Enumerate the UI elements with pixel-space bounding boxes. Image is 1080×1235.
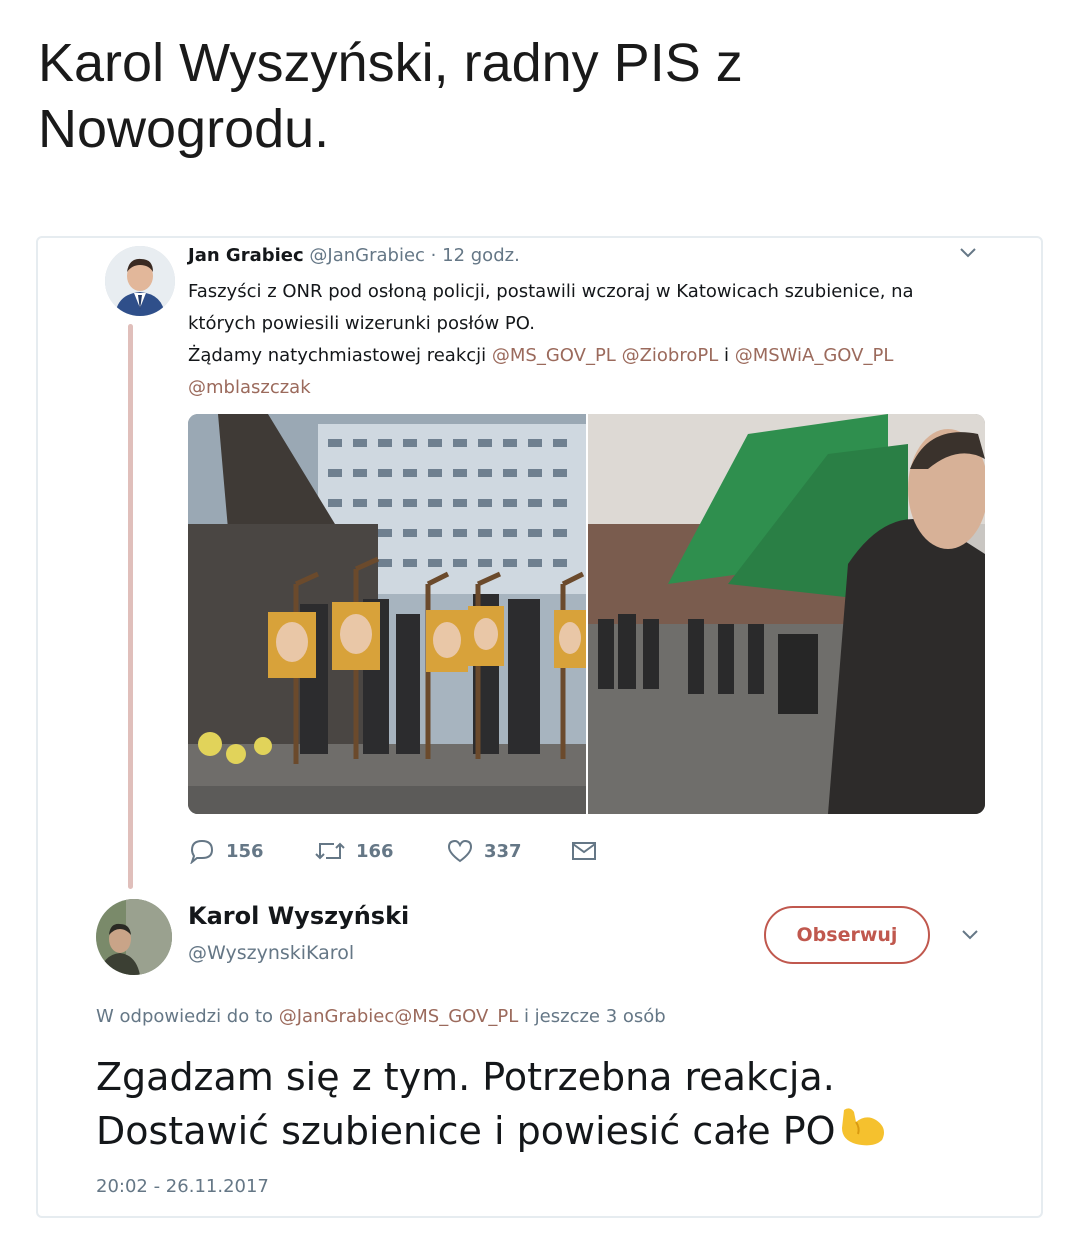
media-photos (188, 414, 985, 814)
retweet-action[interactable]: 166 (314, 838, 394, 864)
reply-author-name[interactable]: Karol Wyszyński (188, 902, 409, 930)
dm-action[interactable] (570, 838, 598, 864)
reply-count: 156 (226, 840, 264, 862)
post-title: Karol Wyszyński, radny PIS z Nowogrodu. (38, 33, 743, 159)
parent-author-handle[interactable]: @JanGrabiec (309, 245, 425, 266)
in-reply-suffix[interactable]: i jeszcze 3 osób (518, 1006, 666, 1027)
parent-text-line4: @mblaszczak (188, 372, 1008, 404)
parent-tweet-text: Faszyści z ONR pod osłoną policji, posta… (188, 276, 1008, 404)
parent-text-line1: Faszyści z ONR pod osłoną policji, posta… (188, 281, 914, 302)
tweet-card: Jan Grabiec @JanGrabiec · 12 godz. Faszy… (36, 236, 1043, 1218)
header-separator: · (430, 245, 437, 266)
mention-ms-gov-pl[interactable]: @MS_GOV_PL (492, 345, 616, 366)
in-reply-mentions[interactable]: @JanGrabiec@MS_GOV_PL (279, 1006, 518, 1027)
like-count: 337 (484, 840, 522, 862)
mention-mblaszczak[interactable]: @mblaszczak (188, 377, 311, 398)
reply-text-line2: Dostawić szubienice i powiesić całe PO (96, 1109, 836, 1153)
reply-text-line1: Zgadzam się z tym. Potrzebna reakcja. (96, 1055, 835, 1099)
parent-tweet-header: Jan Grabiec @JanGrabiec · 12 godz. (188, 244, 520, 268)
chevron-down-icon[interactable] (958, 244, 978, 265)
retweet-icon (315, 842, 345, 860)
envelope-icon (572, 842, 596, 860)
reply-icon (190, 839, 214, 864)
follow-button[interactable]: Obserwuj (764, 906, 930, 964)
reply-author-handle[interactable]: @WyszynskiKarol (188, 942, 354, 964)
heart-icon (447, 839, 473, 863)
like-action[interactable]: 337 (446, 838, 522, 864)
avatar-image (105, 246, 175, 316)
in-reply-to: W odpowiedzi do to @JanGrabiec@MS_GOV_PL… (96, 1006, 666, 1027)
in-reply-prefix: W odpowiedzi do to (96, 1006, 279, 1027)
mention-mswia-gov-pl[interactable]: @MSWiA_GOV_PL (735, 345, 894, 366)
retweet-count: 166 (356, 840, 394, 862)
avatar-image (96, 899, 172, 975)
parent-text-line3-prefix: Żądamy natychmiastowej reakcji (188, 345, 492, 366)
parent-text-line3: Żądamy natychmiastowej reakcji @MS_GOV_P… (188, 340, 1008, 372)
chevron-down-icon[interactable] (960, 926, 980, 947)
reply-tweet-text: Zgadzam się z tym. Potrzebna reakcja. Do… (96, 1050, 996, 1162)
conjunction-i: i (718, 345, 735, 366)
avatar-karol-wyszynski[interactable] (96, 899, 172, 975)
parent-tweet-time[interactable]: 12 godz. (442, 245, 520, 266)
avatar-jan-grabiec[interactable] (105, 246, 175, 316)
tweet-actions: 156 166 337 (188, 838, 688, 868)
thread-line (128, 324, 133, 889)
parent-text-line2: których powiesili wizerunki posłów PO. (188, 313, 535, 334)
tweet-media[interactable] (188, 414, 985, 814)
reply-timestamp[interactable]: 20:02 - 26.11.2017 (96, 1176, 269, 1197)
reply-text-line2-wrap: Dostawić szubienice i powiesić całe PO (96, 1104, 996, 1162)
parent-author-name[interactable]: Jan Grabiec (188, 245, 304, 266)
flexed-biceps-icon (836, 1104, 890, 1162)
mention-ziobropl[interactable]: @ZiobroPL (622, 345, 719, 366)
reply-action[interactable]: 156 (188, 838, 264, 864)
